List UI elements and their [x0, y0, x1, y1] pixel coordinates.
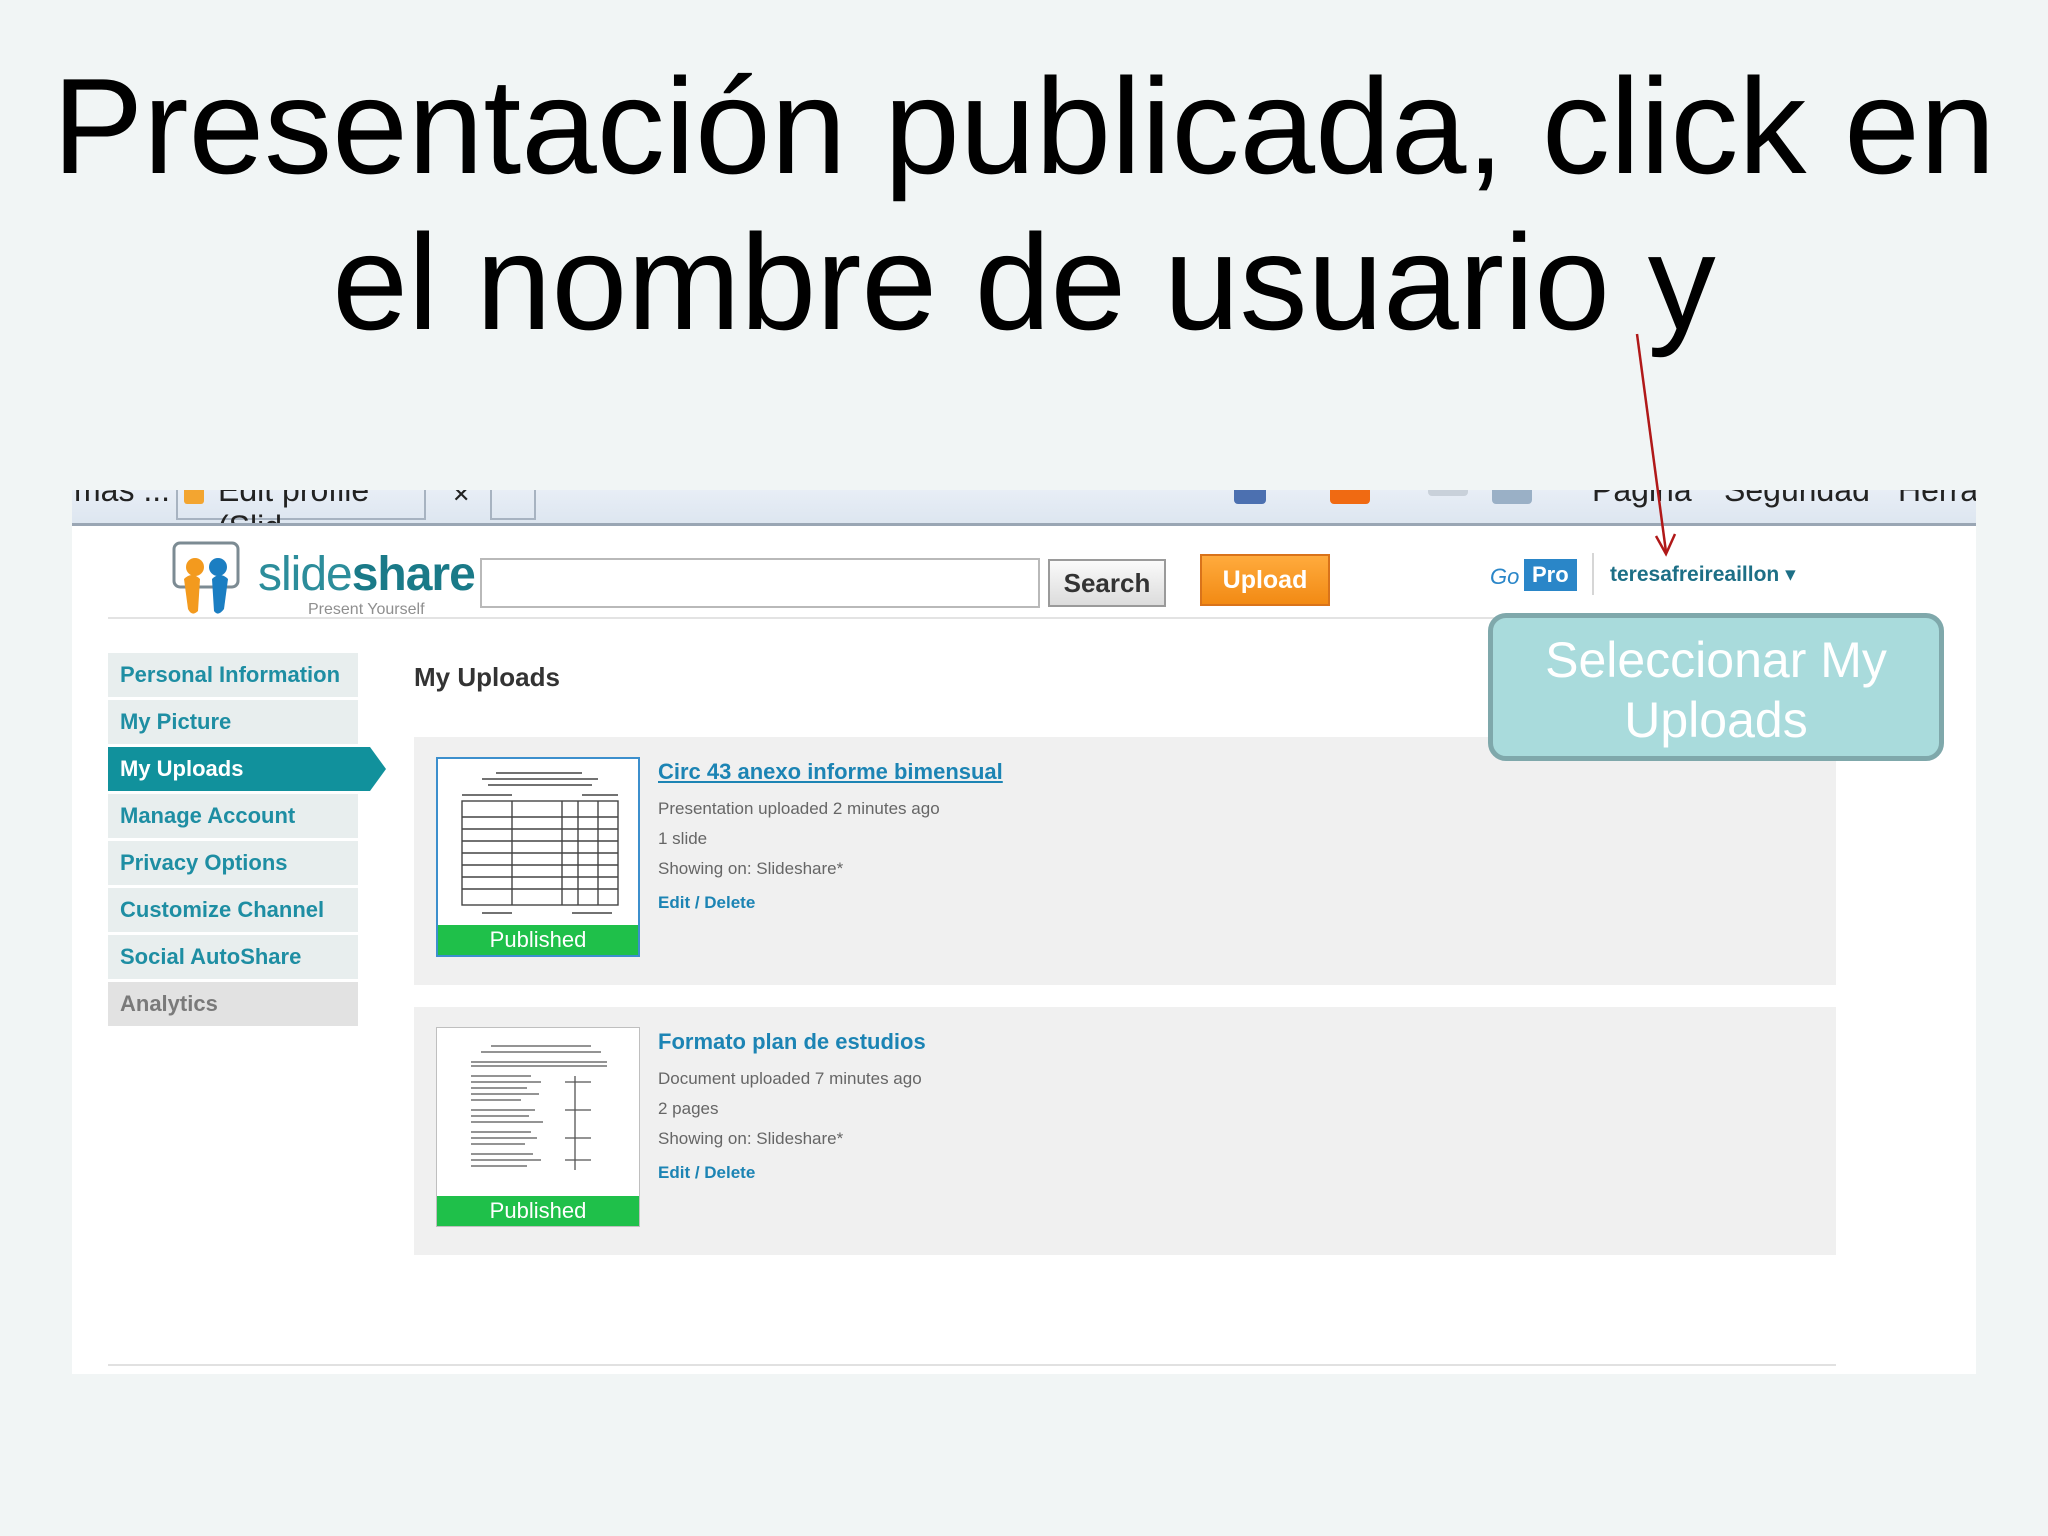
close-tab-icon[interactable]: ✕: [452, 490, 470, 508]
sidebar-item-my-uploads[interactable]: My Uploads: [108, 747, 386, 791]
print-icon[interactable]: [1492, 490, 1532, 504]
browser-tab-left[interactable]: más ...: [74, 490, 170, 509]
upload-showing: Showing on: Slideshare*: [658, 1129, 844, 1148]
edit-delete-link[interactable]: Edit / Delete: [658, 893, 755, 913]
search-button[interactable]: Search: [1048, 559, 1166, 607]
username-menu[interactable]: teresafreireaillon ▾: [1610, 562, 1796, 587]
search-input[interactable]: [480, 558, 1040, 608]
slideshare-wordmark[interactable]: slideshare: [258, 547, 476, 602]
go-pro-badge[interactable]: Pro: [1524, 559, 1577, 591]
sidebar-item-customize-channel[interactable]: Customize Channel: [108, 888, 358, 932]
upload-time: Document uploaded 7 minutes ago: [658, 1069, 922, 1088]
go-pro-go-label[interactable]: Go: [1490, 564, 1519, 590]
logo-word-light: slide: [258, 548, 353, 601]
slide-title: Presentación publicada, click en el nomb…: [0, 48, 2048, 360]
upload-thumbnail[interactable]: Published: [436, 1027, 640, 1227]
slide-title-line-2: el nombre de usuario y: [332, 206, 1716, 358]
sidebar-item-privacy-options[interactable]: Privacy Options: [108, 841, 358, 885]
upload-count: 2 pages: [658, 1099, 719, 1118]
sidebar-item-personal-information[interactable]: Personal Information: [108, 653, 358, 697]
site-header: slideshare Present Yourself Search Uploa…: [108, 529, 1836, 619]
published-badge: Published: [438, 925, 638, 955]
section-title: My Uploads: [414, 662, 560, 692]
slide-title-line-1: Presentación publicada, click en: [52, 50, 1996, 202]
document-preview-icon: [461, 772, 619, 914]
published-badge: Published: [437, 1196, 639, 1226]
favicon-icon: [184, 490, 204, 504]
sidebar-item-my-picture[interactable]: My Picture: [108, 700, 358, 744]
upload-title-link[interactable]: Formato plan de estudios: [658, 1029, 926, 1055]
mail-icon[interactable]: [1428, 490, 1468, 496]
logo-word-bold: share: [351, 548, 476, 601]
new-tab-button[interactable]: [490, 490, 536, 520]
sidebar-item-manage-account[interactable]: Manage Account: [108, 794, 358, 838]
upload-showing: Showing on: Slideshare*: [658, 859, 844, 878]
instruction-callout: Seleccionar My Uploads: [1488, 613, 1944, 761]
upload-button[interactable]: Upload: [1200, 554, 1330, 606]
feeds-icon[interactable]: [1330, 490, 1370, 504]
account-sidebar: Personal Information My Picture My Uploa…: [108, 653, 386, 1029]
edit-delete-link[interactable]: Edit / Delete: [658, 1163, 755, 1183]
home-icon[interactable]: [1234, 490, 1266, 504]
browser-tab-active[interactable]: Edit profile (Slid...: [176, 490, 426, 523]
upload-time: Presentation uploaded 2 minutes ago: [658, 799, 940, 818]
footer-divider: [108, 1364, 1836, 1366]
menu-page[interactable]: Página: [1592, 490, 1692, 509]
logo-tagline: Present Yourself: [308, 601, 425, 618]
menu-tools[interactable]: Herra...: [1898, 490, 1976, 509]
document-preview-icon: [471, 1045, 607, 1170]
upload-count: 1 slide: [658, 829, 708, 848]
header-divider: [1592, 553, 1594, 595]
menu-security[interactable]: Seguridad: [1724, 490, 1870, 509]
sidebar-item-social-autoshare[interactable]: Social AutoShare: [108, 935, 358, 979]
slideshare-logo-icon[interactable]: [168, 541, 246, 619]
upload-thumbnail[interactable]: Published: [436, 757, 640, 957]
sidebar-item-analytics[interactable]: Analytics: [108, 982, 358, 1026]
upload-card: Published Formato plan de estudios Docum…: [414, 1007, 1836, 1255]
browser-tab-bar: más ... Edit profile (Slid... ✕ Página S…: [72, 490, 1976, 526]
browser-tab-active-label: Edit profile (Slid...: [218, 490, 370, 523]
upload-title-link[interactable]: Circ 43 anexo informe bimensual: [658, 759, 1003, 785]
upload-card: Published Circ 43 anexo informe bimensua…: [414, 737, 1836, 985]
